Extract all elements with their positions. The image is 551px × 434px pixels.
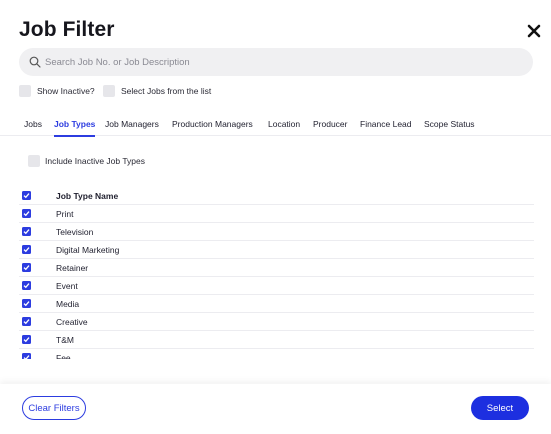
row-checkbox[interactable] [22, 335, 31, 344]
select-from-list-option[interactable]: Select Jobs from the list [103, 85, 211, 97]
row-checkbox[interactable] [22, 263, 31, 272]
tab-scope-status[interactable]: Scope Status [424, 119, 475, 129]
dialog-footer: Clear Filters Select [0, 384, 551, 434]
row-checkbox[interactable] [22, 317, 31, 326]
job-type-name: Event [56, 280, 78, 291]
select-from-list-checkbox[interactable] [103, 85, 115, 97]
tab-job-managers[interactable]: Job Managers [105, 119, 159, 129]
tab-job-types[interactable]: Job Types [54, 119, 96, 137]
job-type-name: Media [56, 298, 80, 309]
table-row[interactable]: Event [19, 277, 534, 295]
row-checkbox[interactable] [22, 227, 31, 236]
show-inactive-label: Show Inactive? [37, 86, 95, 96]
tab-location[interactable]: Location [268, 119, 300, 129]
table-row[interactable]: Television [19, 223, 534, 241]
row-checkbox[interactable] [22, 281, 31, 290]
job-type-name: Creative [56, 316, 88, 327]
tab-production-managers[interactable]: Production Managers [172, 119, 253, 129]
search-icon [29, 56, 41, 68]
job-type-name: Digital Marketing [56, 244, 120, 255]
show-inactive-checkbox[interactable] [19, 85, 31, 97]
row-checkbox[interactable] [22, 245, 31, 254]
column-header-job-type-name: Job Type Name [56, 190, 119, 201]
table-row[interactable]: T&M [19, 331, 534, 349]
tab-jobs[interactable]: Jobs [24, 119, 42, 129]
table-row[interactable]: Digital Marketing [19, 241, 534, 259]
table-row[interactable]: Print [19, 205, 534, 223]
job-type-name: T&M [56, 334, 74, 345]
clear-filters-button[interactable]: Clear Filters [22, 396, 86, 420]
row-checkbox[interactable] [22, 209, 31, 218]
select-from-list-label: Select Jobs from the list [121, 86, 212, 96]
row-checkbox[interactable] [22, 299, 31, 308]
search-input[interactable] [45, 48, 525, 76]
select-all-checkbox[interactable] [22, 191, 31, 200]
table-row[interactable]: Retainer [19, 259, 534, 277]
tab-producer[interactable]: Producer [313, 119, 348, 129]
show-inactive-option[interactable]: Show Inactive? [19, 85, 95, 97]
job-type-name: Fee [56, 352, 71, 360]
job-type-name: Retainer [56, 262, 89, 273]
include-inactive-label: Include Inactive Job Types [45, 156, 146, 166]
filter-tabs: Jobs Job Types Job Managers Production M… [0, 114, 551, 137]
dialog-title: Job Filter [19, 18, 115, 41]
table-row[interactable]: Media [19, 295, 534, 313]
job-type-name: Print [56, 208, 74, 219]
include-inactive-checkbox[interactable] [28, 155, 40, 167]
table-row[interactable]: Fee [19, 349, 534, 359]
select-button[interactable]: Select [471, 396, 529, 420]
job-type-list: Job Type Name Print Television Digital Mar… [19, 187, 534, 359]
search-bar [19, 48, 533, 76]
table-row[interactable]: Creative [19, 313, 534, 331]
row-checkbox[interactable] [22, 353, 31, 359]
table-header-row: Job Type Name [19, 187, 534, 205]
include-inactive-option[interactable]: Include Inactive Job Types [28, 155, 145, 167]
job-type-name: Television [56, 226, 94, 237]
close-icon[interactable] [527, 24, 541, 38]
tab-finance-lead[interactable]: Finance Lead [360, 119, 412, 129]
